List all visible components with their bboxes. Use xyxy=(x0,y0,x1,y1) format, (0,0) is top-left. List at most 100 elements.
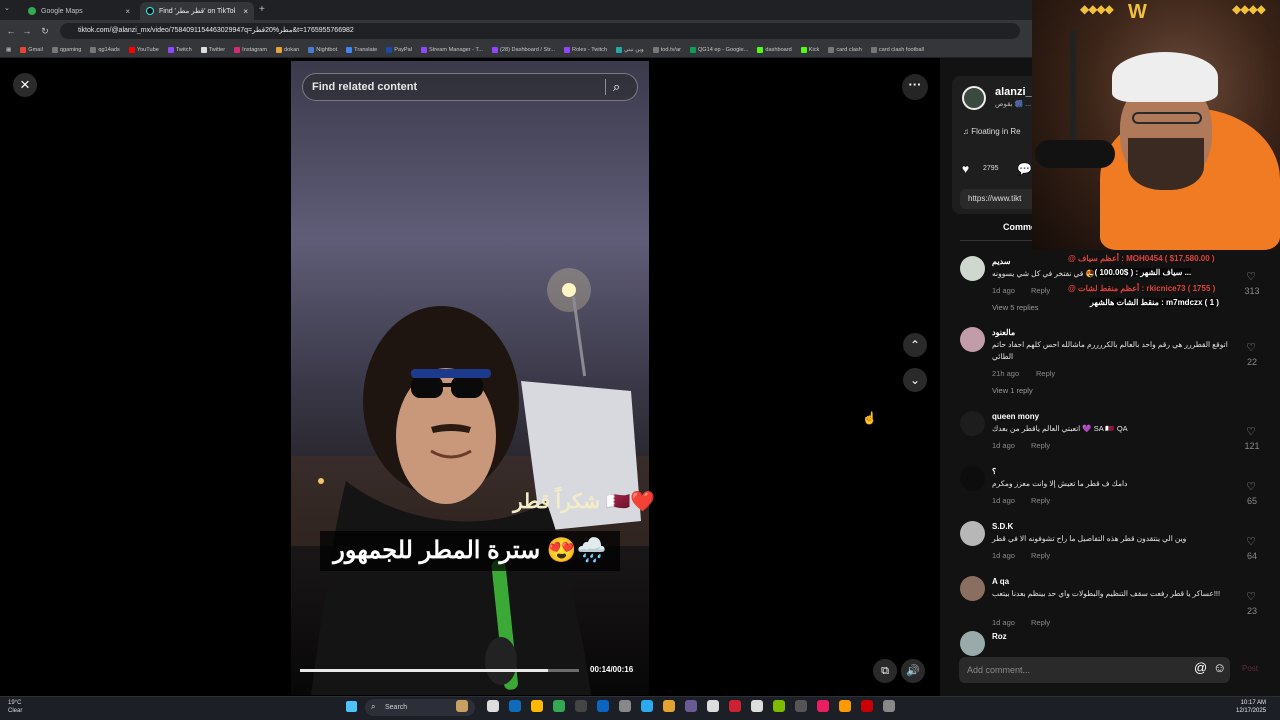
start-icon[interactable] xyxy=(346,701,357,712)
bookmark-twitter[interactable]: Twitter xyxy=(200,46,225,53)
bookmark-wain-nabni[interactable]: وين نبني xyxy=(616,46,644,53)
comment-like-icon[interactable]: ♡ xyxy=(1243,341,1259,354)
close-tab-icon[interactable]: × xyxy=(125,7,130,16)
app-icon[interactable] xyxy=(883,700,895,712)
bookmark-dokan[interactable]: dokan xyxy=(276,46,299,53)
comment-avatar[interactable] xyxy=(960,631,985,656)
system-clock[interactable]: 10:17 AM 12/17/2025 xyxy=(1236,699,1266,715)
bookmark-kick[interactable]: Kick xyxy=(800,46,819,53)
app-icon[interactable] xyxy=(575,700,587,712)
bookmark-qg14-ep[interactable]: QG14 ep - Google... xyxy=(689,46,748,53)
comment-author[interactable]: مالعنود xyxy=(992,328,1015,337)
new-tab-button[interactable]: + xyxy=(259,4,265,15)
comment-like-icon[interactable]: ♡ xyxy=(1243,480,1259,493)
edge-icon[interactable] xyxy=(509,700,521,712)
forward-icon[interactable]: → xyxy=(20,24,34,38)
comment-avatar[interactable] xyxy=(960,521,985,546)
view-replies-button[interactable]: View 1 reply xyxy=(992,386,1033,395)
reply-button[interactable]: Reply xyxy=(1036,369,1055,378)
author-name[interactable]: alanzi_ xyxy=(995,86,1032,98)
bookmark-card-clash-football[interactable]: card clash football xyxy=(870,46,924,53)
comment-author[interactable]: S.D.K xyxy=(992,522,1013,531)
steam-icon[interactable] xyxy=(707,700,719,712)
discord-icon[interactable] xyxy=(685,700,697,712)
comment-like-icon[interactable]: ♡ xyxy=(1243,590,1259,603)
reload-icon[interactable]: ↻ xyxy=(38,24,52,38)
add-comment-input[interactable]: Add comment... xyxy=(959,657,1230,683)
telegram-icon[interactable] xyxy=(641,700,653,712)
reply-button[interactable]: Reply xyxy=(1031,551,1050,560)
app-icon[interactable] xyxy=(817,700,829,712)
comment-author[interactable]: queen mony xyxy=(992,412,1039,421)
bookmark-paypal[interactable]: PayPal xyxy=(386,46,412,53)
post-button[interactable]: Post xyxy=(1242,664,1258,673)
bookmark-youtube[interactable]: YouTube xyxy=(128,46,159,53)
app-icon[interactable] xyxy=(861,700,873,712)
tab-tiktok[interactable]: Find 'قطر مطر' on TikTok | × xyxy=(140,2,254,20)
app-icon[interactable] xyxy=(729,700,741,712)
bookmark-qg14ads[interactable]: qg14ads xyxy=(90,46,120,53)
comment-author[interactable]: A qa xyxy=(992,577,1009,586)
task-view-icon[interactable] xyxy=(487,700,499,712)
terminal-icon[interactable] xyxy=(619,700,631,712)
view-replies-button[interactable]: View 5 replies xyxy=(992,303,1039,312)
bookmark-roles-twitch[interactable]: Roles - Twitch xyxy=(564,46,607,53)
tab-list-icon[interactable]: ⌄ xyxy=(4,4,16,16)
bookmark-translate[interactable]: Translate xyxy=(346,46,377,53)
comment-like-icon[interactable]: ♡ xyxy=(1243,535,1259,548)
reply-button[interactable]: Reply xyxy=(1031,496,1050,505)
url-input[interactable]: tiktok.com/@alanzi_mx/video/758409115446… xyxy=(60,23,1020,39)
search-icon[interactable]: ⌕ xyxy=(613,79,620,95)
back-icon[interactable]: ← xyxy=(4,24,18,38)
author-avatar[interactable] xyxy=(962,86,986,110)
comment-avatar[interactable] xyxy=(960,327,985,352)
widgets-app-icon[interactable] xyxy=(456,700,468,712)
app-icon[interactable] xyxy=(751,700,763,712)
reply-button[interactable]: Reply xyxy=(1031,286,1050,295)
close-tab-icon[interactable]: × xyxy=(243,7,248,16)
comment-avatar[interactable] xyxy=(960,411,985,436)
apps-icon[interactable]: ▦ xyxy=(6,47,11,53)
mention-icon[interactable]: @ xyxy=(1194,660,1207,675)
reply-button[interactable]: Reply xyxy=(1031,441,1050,450)
bookmark-card-clash[interactable]: card clash xyxy=(828,46,862,53)
app-icon[interactable] xyxy=(663,700,675,712)
heart-icon[interactable]: ♥ xyxy=(962,162,969,176)
bookmark-tod[interactable]: tod.tv/ar xyxy=(652,46,681,53)
comment-like-icon[interactable]: ♡ xyxy=(1243,425,1259,438)
bookmark-dashboard-str[interactable]: (28) Dashboard / Str... xyxy=(492,46,555,53)
app-icon[interactable] xyxy=(839,700,851,712)
volume-icon[interactable]: 🔊 xyxy=(901,659,925,683)
find-related-search-input[interactable]: Find related content xyxy=(302,73,638,101)
previous-video-icon[interactable]: ⌃ xyxy=(903,333,927,357)
comment-avatar[interactable] xyxy=(960,256,985,281)
comment-avatar[interactable] xyxy=(960,466,985,491)
comment-like-icon[interactable]: ♡ xyxy=(1243,270,1259,283)
next-video-icon[interactable]: ⌄ xyxy=(903,368,927,392)
app-icon[interactable] xyxy=(795,700,807,712)
tab-google-maps[interactable]: Google Maps × xyxy=(22,2,136,20)
bookmark-twitch[interactable]: Twitch xyxy=(167,46,192,53)
close-icon[interactable]: × xyxy=(13,73,37,97)
file-explorer-icon[interactable] xyxy=(531,700,543,712)
bookmark-dashboard[interactable]: dashboard xyxy=(757,46,792,53)
comment-author[interactable]: سديم xyxy=(992,257,1010,266)
xbox-icon[interactable] xyxy=(773,700,785,712)
reply-button[interactable]: Reply xyxy=(1031,618,1050,627)
weather-widget[interactable]: 19°C Clear xyxy=(8,699,22,715)
comment-avatar[interactable] xyxy=(960,576,985,601)
bookmark-instagram[interactable]: Instagram xyxy=(234,46,267,53)
comment-author[interactable]: ؟ xyxy=(992,467,996,476)
bookmark-qgaming[interactable]: qgaming xyxy=(51,46,81,53)
vscode-icon[interactable] xyxy=(597,700,609,712)
bookmark-gmail[interactable]: Gmail xyxy=(20,46,43,53)
picture-in-picture-icon[interactable]: ⧉ xyxy=(873,659,897,683)
chrome-icon[interactable] xyxy=(553,700,565,712)
comment-icon[interactable]: 💬 xyxy=(1017,162,1032,176)
bookmark-nightbot[interactable]: Nightbot xyxy=(308,46,337,53)
more-options-icon[interactable]: ··· xyxy=(902,74,928,100)
bookmark-stream-manager[interactable]: Stream Manager - T... xyxy=(421,46,483,53)
emoji-icon[interactable]: ☺ xyxy=(1213,660,1226,675)
video-player[interactable] xyxy=(291,61,649,695)
music-label[interactable]: ♫ Floating in Re xyxy=(963,127,1021,136)
